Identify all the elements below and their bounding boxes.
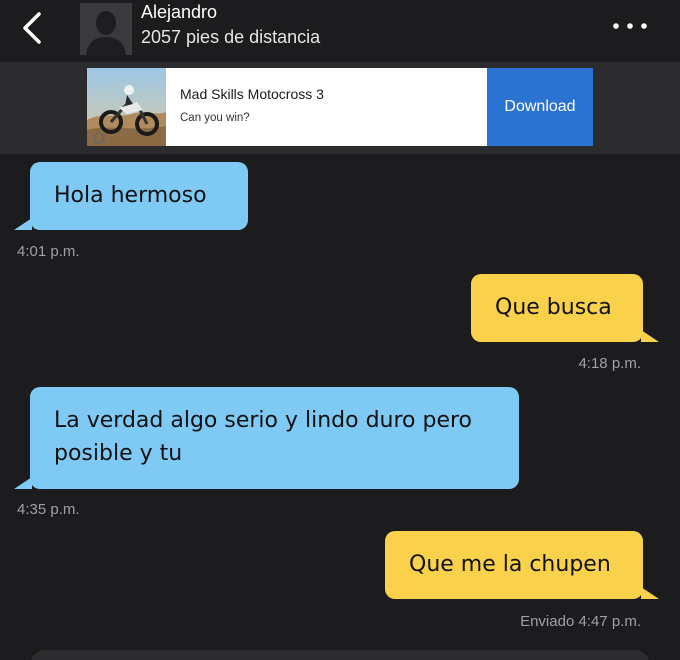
bubble-tail xyxy=(641,587,659,599)
contact-distance: 2057 pies de distancia xyxy=(141,27,321,47)
message-timestamp: Enviado 4:47 p.m. xyxy=(520,613,641,630)
message-text: Que me la chupen xyxy=(409,552,611,577)
ellipsis-icon xyxy=(613,23,647,29)
back-button[interactable] xyxy=(14,6,50,50)
message-bubble-incoming[interactable]: La verdad algo serio y lindo duro pero p… xyxy=(30,387,519,489)
default-avatar-icon xyxy=(80,3,132,55)
ad-title[interactable]: Mad Skills Motocross 3 xyxy=(180,86,324,102)
message-bubble-outgoing[interactable]: Que me la chupen xyxy=(385,531,643,599)
message-timestamp: 4:01 p.m. xyxy=(17,243,80,260)
bubble-tail xyxy=(641,330,659,342)
message-input[interactable] xyxy=(30,650,650,660)
motocross-image xyxy=(87,68,166,146)
message-text: La verdad algo serio y lindo duro pero p… xyxy=(54,408,473,466)
ad-subtitle: Can you win? xyxy=(180,112,250,124)
bubble-tail xyxy=(14,477,32,489)
message-bubble-incoming[interactable]: Hola hermoso xyxy=(30,162,248,230)
more-options-button[interactable] xyxy=(608,12,652,40)
message-text: Que busca xyxy=(495,295,612,320)
avatar[interactable] xyxy=(80,3,132,55)
contact-name[interactable]: Alejandro xyxy=(141,2,217,23)
ad-download-button[interactable]: Download xyxy=(487,68,593,146)
ad-banner[interactable]: Mad Skills Motocross 3 Can you win? Down… xyxy=(87,68,593,146)
message-timestamp: 4:18 p.m. xyxy=(578,355,641,372)
bubble-tail xyxy=(14,218,32,230)
message-bubble-outgoing[interactable]: Que busca xyxy=(471,274,643,342)
message-text: Hola hermoso xyxy=(54,183,207,208)
message-timestamp: 4:35 p.m. xyxy=(17,501,80,518)
ad-image[interactable] xyxy=(87,68,166,146)
chevron-left-icon xyxy=(23,12,41,44)
chat-header: Alejandro 2057 pies de distancia xyxy=(0,0,680,62)
